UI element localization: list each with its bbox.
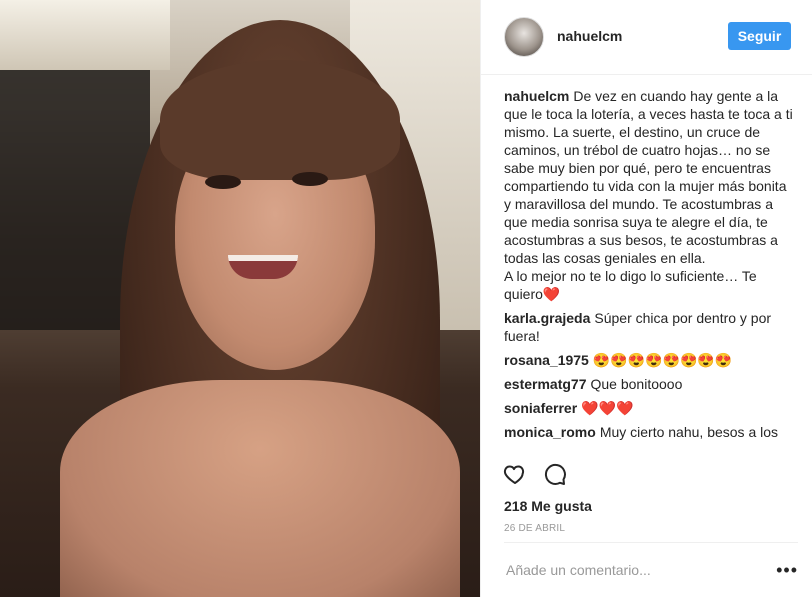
comment-text: Muy cierto nahu, besos a los xyxy=(599,424,779,440)
caption: nahuelcm De vez en cuando hay gente a la … xyxy=(504,87,796,303)
comment-text: Que bonitoooo xyxy=(590,376,683,392)
action-bar xyxy=(481,460,812,495)
comment-username[interactable]: karla.grajeda xyxy=(504,310,590,326)
heart-emoji: ❤️ xyxy=(542,286,561,302)
heart-outline-icon[interactable] xyxy=(503,462,527,486)
background-lamp xyxy=(0,0,170,70)
post-date[interactable]: 26 DE ABRIL xyxy=(504,523,565,534)
list-item: karla.grajeda Súper chica por dentro y po… xyxy=(504,309,796,345)
instagram-post: nahuelcm Seguir nahuelcm De vez en cuando… xyxy=(0,0,812,597)
username[interactable]: nahuelcm xyxy=(557,28,622,44)
more-options-icon[interactable]: ••• xyxy=(776,560,798,581)
list-item: rosana_1975 😍😍😍😍😍😍😍😍 xyxy=(504,351,796,369)
comment-username[interactable]: soniaferrer xyxy=(504,400,577,416)
subject-bangs xyxy=(160,60,400,180)
post-photo[interactable] xyxy=(0,0,480,597)
post-header: nahuelcm Seguir xyxy=(481,0,812,75)
comment-text: ❤️❤️❤️ xyxy=(581,400,634,416)
comments-list[interactable]: nahuelcm De vez en cuando hay gente a la … xyxy=(504,87,796,457)
caption-text: De vez en cuando hay gente a la que le t… xyxy=(504,88,793,302)
list-item: estermatg77 Que bonitoooo xyxy=(504,375,796,393)
avatar[interactable] xyxy=(504,17,544,57)
caption-username[interactable]: nahuelcm xyxy=(504,88,569,104)
subject-body xyxy=(60,380,460,597)
post-sidebar: nahuelcm Seguir nahuelcm De vez en cuando… xyxy=(480,0,812,597)
comment-username[interactable]: rosana_1975 xyxy=(504,352,589,368)
list-item: soniaferrer ❤️❤️❤️ xyxy=(504,399,796,417)
add-comment-bar: ••• xyxy=(504,542,798,598)
comment-username[interactable]: estermatg77 xyxy=(504,376,587,392)
speech-bubble-icon[interactable] xyxy=(543,462,567,486)
follow-button[interactable]: Seguir xyxy=(728,22,791,50)
subject-eye-right xyxy=(292,172,328,186)
subject-eye-left xyxy=(205,175,241,189)
comment-text: 😍😍😍😍😍😍😍😍 xyxy=(592,352,733,368)
like-count[interactable]: 218 Me gusta xyxy=(504,498,592,514)
comment-username[interactable]: monica_romo xyxy=(504,424,596,440)
comment-input[interactable] xyxy=(504,561,758,579)
list-item: monica_romo Muy cierto nahu, besos a los xyxy=(504,423,796,441)
